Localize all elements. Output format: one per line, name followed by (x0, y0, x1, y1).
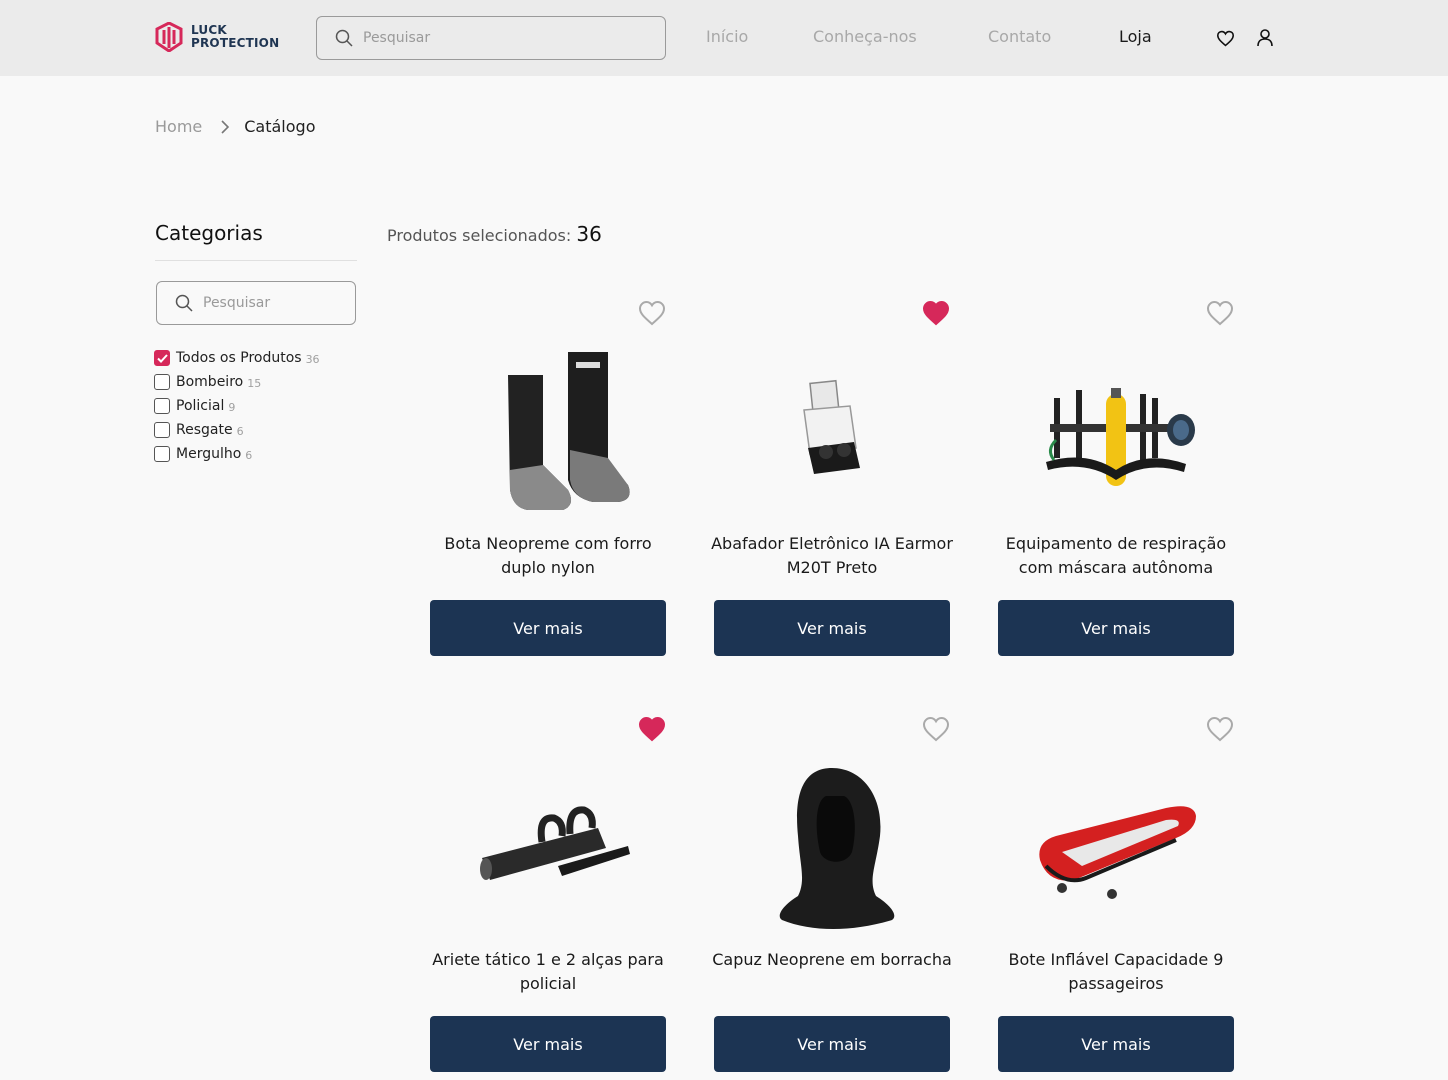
check-icon (156, 353, 168, 363)
breadcrumb-home[interactable]: Home (155, 117, 202, 136)
heart-outline-icon[interactable] (922, 716, 950, 742)
category-label: Bombeiro (176, 374, 244, 390)
heart-outline-icon[interactable] (1206, 716, 1234, 742)
nav-inicio[interactable]: Início (706, 27, 748, 46)
category-count: 6 (236, 425, 244, 438)
nav-loja[interactable]: Loja (1119, 27, 1152, 46)
chevron-right-icon (220, 119, 230, 135)
product-card: Ariete tático 1 e 2 alças para policial … (430, 716, 666, 1080)
breadcrumb-current: Catálogo (244, 117, 316, 136)
ver-mais-button[interactable]: Ver mais (998, 1016, 1234, 1072)
product-name[interactable]: Equipamento de respiração com máscara au… (990, 532, 1242, 580)
category-resgate[interactable]: Resgate 6 (154, 418, 320, 442)
product-image-earplugs[interactable] (742, 340, 922, 520)
logo-line-2: PROTECTION (191, 36, 280, 50)
selected-products-count: Produtos selecionados: 36 (387, 222, 602, 246)
product-name[interactable]: Abafador Eletrônico IA Earmor M20T Preto (706, 532, 958, 580)
heart-outline-icon[interactable] (1206, 300, 1234, 326)
account-button[interactable] (1255, 28, 1275, 48)
checkbox[interactable] (154, 374, 170, 390)
heart-outline-icon[interactable] (638, 300, 666, 326)
category-label: Policial (176, 398, 225, 414)
product-image-neoprene-hood[interactable] (742, 756, 922, 936)
product-card: Capuz Neoprene em borracha Ver mais (712, 716, 952, 1080)
product-card: Abafador Eletrônico IA Earmor M20T Preto… (711, 300, 953, 676)
categories-title: Categorias (155, 221, 263, 245)
breadcrumb: Home Catálogo (155, 117, 315, 136)
category-bombeiro[interactable]: Bombeiro 15 (154, 370, 320, 394)
product-name[interactable]: Bota Neopreme com forro duplo nylon (422, 532, 674, 580)
checkbox[interactable] (154, 422, 170, 438)
heart-icon (1216, 30, 1234, 46)
checkbox-checked[interactable] (154, 350, 170, 366)
product-image-breathing-apparatus[interactable] (1026, 340, 1206, 520)
product-card: Bote Inflável Capacidade 9 passageiros V… (998, 716, 1234, 1080)
selected-label: Produtos selecionados: (387, 226, 572, 245)
favorites-button[interactable] (1215, 28, 1235, 48)
logo[interactable]: LUCK PROTECTION (155, 22, 279, 52)
product-image-boots[interactable] (458, 340, 638, 520)
top-header: LUCK PROTECTION Início Conheça-nos Conta… (0, 0, 1448, 76)
logo-mark-icon (155, 22, 183, 52)
category-label: Mergulho (176, 446, 242, 462)
category-mergulho[interactable]: Mergulho 6 (154, 442, 320, 466)
category-count: 6 (245, 449, 253, 462)
category-search-input[interactable] (203, 295, 353, 311)
logo-text: LUCK PROTECTION (191, 24, 279, 50)
ver-mais-button[interactable]: Ver mais (430, 1016, 666, 1072)
product-name[interactable]: Bote Inflável Capacidade 9 passageiros (990, 948, 1242, 996)
header-search-input[interactable] (363, 30, 643, 46)
nav-conheca-nos[interactable]: Conheça-nos (813, 27, 917, 46)
search-icon (175, 294, 193, 312)
product-name[interactable]: Capuz Neoprene em borracha (706, 948, 958, 972)
product-card: Bota Neopreme com forro duplo nylon Ver … (430, 300, 666, 676)
product-image-battering-ram[interactable] (458, 756, 638, 936)
category-count: 15 (247, 377, 262, 390)
product-card: Equipamento de respiração com máscara au… (998, 300, 1234, 676)
category-todos[interactable]: Todos os Produtos 36 (154, 346, 320, 370)
category-label: Resgate (176, 422, 233, 438)
selected-count: 36 (576, 222, 602, 246)
ver-mais-button[interactable]: Ver mais (998, 600, 1234, 656)
category-list: Todos os Produtos 36 Bombeiro 15 Policia… (154, 346, 320, 466)
ver-mais-button[interactable]: Ver mais (430, 600, 666, 656)
nav-contato[interactable]: Contato (988, 27, 1051, 46)
ver-mais-button[interactable]: Ver mais (714, 600, 950, 656)
product-name[interactable]: Ariete tático 1 e 2 alças para policial (422, 948, 674, 996)
search-icon (335, 29, 353, 47)
header-search[interactable] (316, 16, 666, 60)
category-policial[interactable]: Policial 9 (154, 394, 320, 418)
product-image-inflatable-boat[interactable] (1026, 756, 1206, 936)
user-icon (1257, 29, 1273, 47)
checkbox[interactable] (154, 398, 170, 414)
ver-mais-button[interactable]: Ver mais (714, 1016, 950, 1072)
category-count: 36 (305, 353, 320, 366)
category-label: Todos os Produtos (176, 350, 302, 366)
divider (155, 260, 357, 261)
checkbox[interactable] (154, 446, 170, 462)
category-count: 9 (228, 401, 236, 414)
category-search[interactable] (156, 281, 356, 325)
heart-filled-icon[interactable] (922, 300, 950, 326)
heart-filled-icon[interactable] (638, 716, 666, 742)
